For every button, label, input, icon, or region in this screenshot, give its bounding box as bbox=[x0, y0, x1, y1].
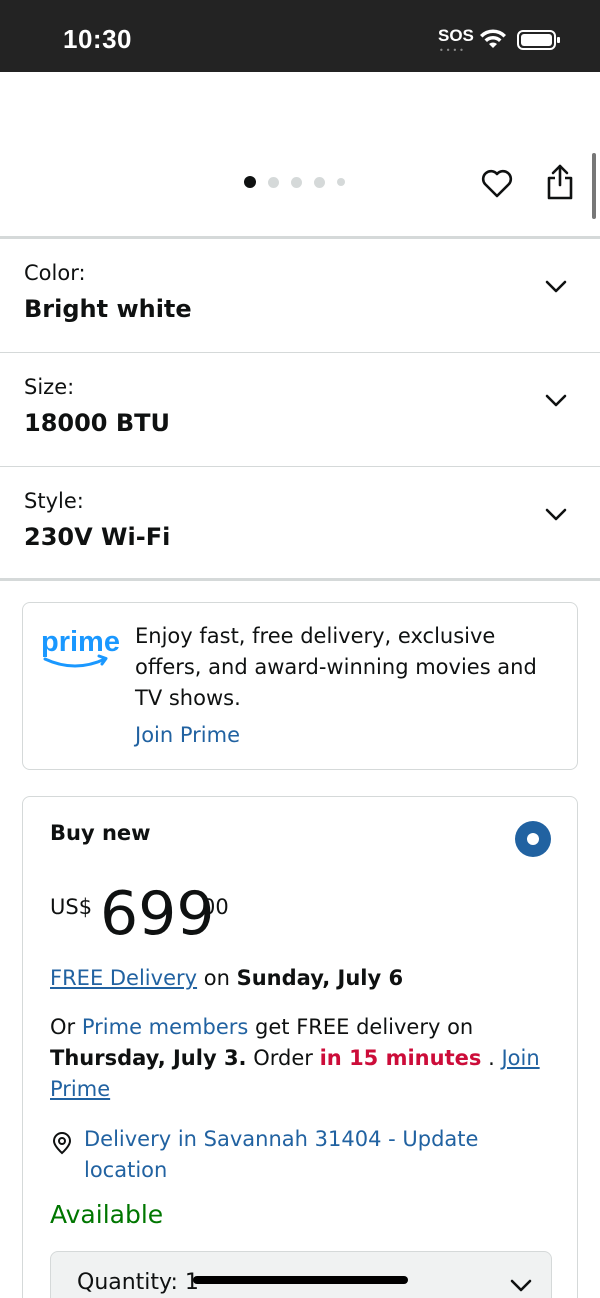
free-delivery-link[interactable]: FREE Delivery bbox=[50, 966, 197, 990]
variation-value: 18000 BTU bbox=[24, 409, 171, 437]
quantity-label: Quantity: 1 bbox=[77, 1270, 199, 1295]
carousel-dot[interactable] bbox=[244, 176, 256, 188]
divider bbox=[0, 578, 600, 581]
prime-delivery-date: Thursday, July 3. bbox=[50, 1046, 247, 1070]
order-text: Order bbox=[253, 1046, 313, 1070]
carousel-dot[interactable] bbox=[314, 176, 325, 188]
location-pin-icon bbox=[52, 1131, 72, 1155]
chevron-down-icon bbox=[510, 1279, 532, 1292]
variation-value: Bright white bbox=[24, 295, 192, 323]
price-currency: US$ bbox=[50, 895, 93, 919]
prime-promo-text: Enjoy fast, free delivery, exclusive off… bbox=[135, 624, 537, 710]
carousel-dot[interactable] bbox=[337, 178, 345, 186]
chevron-down-icon bbox=[545, 280, 567, 293]
prime-members-link[interactable]: Prime members bbox=[82, 1015, 248, 1039]
variation-label: Size: bbox=[24, 375, 75, 399]
free-delivery-line: FREE Delivery on Sunday, July 6 bbox=[50, 963, 550, 994]
prime-suffix: get FREE delivery on bbox=[255, 1015, 474, 1039]
product-image-area[interactable] bbox=[0, 72, 600, 238]
image-carousel-dots[interactable] bbox=[244, 176, 345, 188]
order-countdown: in 15 minutes bbox=[319, 1046, 482, 1070]
carousel-dot[interactable] bbox=[291, 176, 302, 188]
variation-value: 230V Wi-Fi bbox=[24, 523, 171, 551]
svg-text:prime: prime bbox=[41, 626, 120, 658]
wifi-icon bbox=[480, 29, 506, 48]
prime-promo-card: prime Enjoy fast, free delivery, exclusi… bbox=[22, 602, 578, 770]
price-fraction: 00 bbox=[202, 895, 229, 919]
chevron-down-icon bbox=[545, 394, 567, 407]
join-separator: . bbox=[488, 1046, 495, 1070]
share-icon[interactable] bbox=[545, 163, 575, 201]
sos-dots: •••• bbox=[439, 46, 466, 55]
buy-new-title: Buy new bbox=[50, 821, 151, 845]
scroll-indicator[interactable] bbox=[592, 153, 596, 219]
status-bar: 10:30 SOS •••• bbox=[0, 0, 600, 72]
carousel-dot[interactable] bbox=[268, 176, 279, 188]
delivery-location-link[interactable]: Delivery in Savannah 31404 - Update loca… bbox=[84, 1124, 524, 1186]
price-whole: 699 bbox=[100, 879, 215, 949]
variation-row-style[interactable]: Style: 230V Wi-Fi bbox=[0, 467, 600, 581]
heart-icon[interactable] bbox=[480, 167, 514, 201]
free-delivery-on: on bbox=[203, 966, 230, 990]
variation-label: Color: bbox=[24, 261, 86, 285]
variation-label: Style: bbox=[24, 489, 84, 513]
prime-delivery-text: Or Prime members get FREE delivery on Th… bbox=[50, 1012, 550, 1105]
battery-icon bbox=[517, 30, 560, 50]
buy-new-radio[interactable] bbox=[515, 821, 551, 857]
chevron-down-icon bbox=[545, 508, 567, 521]
quantity-label-text: Quantity: bbox=[77, 1270, 178, 1295]
sos-indicator: SOS bbox=[438, 26, 474, 45]
availability-status: Available bbox=[50, 1200, 164, 1229]
variation-row-color[interactable]: Color: Bright white bbox=[0, 239, 600, 353]
join-prime-link[interactable]: Join Prime bbox=[135, 723, 240, 747]
free-delivery-date: Sunday, July 6 bbox=[236, 966, 404, 990]
status-time: 10:30 bbox=[63, 24, 132, 54]
prime-prefix: Or bbox=[50, 1015, 76, 1039]
variation-row-size[interactable]: Size: 18000 BTU bbox=[0, 353, 600, 467]
buy-box: Buy new US$ 699 00 FREE Delivery on Sund… bbox=[22, 796, 578, 1298]
prime-logo: prime bbox=[41, 626, 120, 668]
home-indicator[interactable] bbox=[193, 1276, 408, 1284]
quantity-selector[interactable]: Quantity: 1 bbox=[50, 1251, 552, 1298]
